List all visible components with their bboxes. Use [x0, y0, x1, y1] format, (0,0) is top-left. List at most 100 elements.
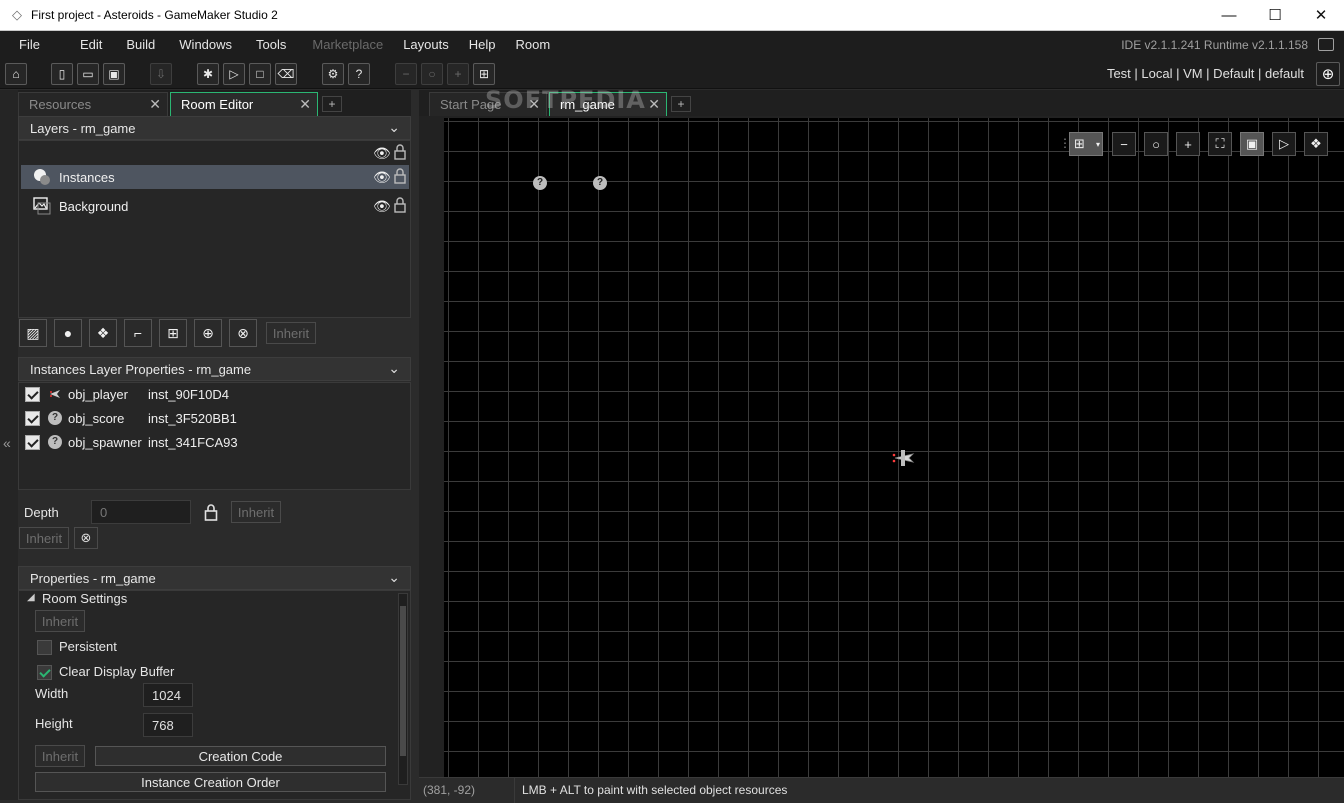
close-tab-icon[interactable]: ✕ [149, 96, 161, 113]
add-path-layer-icon[interactable]: ⌐ [124, 319, 152, 347]
add-folder-icon[interactable]: ⊕ [194, 319, 222, 347]
room-settings-label[interactable]: Room Settings [42, 591, 127, 606]
layer-row-instances[interactable]: Instances 👁 [21, 165, 409, 189]
menu-room[interactable]: Room [507, 31, 560, 59]
chevron-down-icon[interactable]: ⌄ [388, 360, 400, 377]
persistent-label: Persistent [59, 639, 117, 654]
lock-icon[interactable] [394, 144, 406, 160]
height-input[interactable]: 768 [143, 713, 193, 737]
gear-icon[interactable]: ⚙ [322, 63, 344, 85]
eye-icon[interactable]: 👁 [373, 169, 391, 185]
add-asset-layer-icon[interactable]: ⊞ [159, 319, 187, 347]
version-info: IDE v2.1.1.241 Runtime v2.1.1.158 [1121, 38, 1308, 52]
menu-tools[interactable]: Tools [247, 31, 295, 59]
gamepad-icon[interactable]: ⊞ [473, 63, 495, 85]
obj-player-instance[interactable] [891, 445, 917, 471]
menu-edit[interactable]: Edit [71, 31, 111, 59]
frame-icon[interactable]: ▣ [1240, 132, 1264, 156]
menu-marketplace[interactable]: Marketplace [303, 31, 392, 59]
add-background-layer-icon[interactable]: ▨ [19, 319, 47, 347]
tab-room-editor[interactable]: Room Editor ✕ [170, 92, 318, 116]
open-folder-icon[interactable]: ▭ [77, 63, 99, 85]
close-tab-icon[interactable]: ✕ [299, 96, 311, 113]
instance-checkbox[interactable] [25, 410, 40, 426]
add-room-tab-button[interactable]: + [671, 96, 691, 112]
double-chevron-left-icon[interactable]: « [3, 435, 11, 451]
creation-code-button[interactable]: Creation Code [95, 746, 386, 766]
clean-icon[interactable]: ⌫ [275, 63, 297, 85]
export-icon[interactable]: ⇩ [150, 63, 172, 85]
zoom-out-icon[interactable]: − [1112, 132, 1136, 156]
layer-row-background[interactable]: Background 👁 [21, 194, 409, 218]
menu-bar: File Edit Build Windows Tools Marketplac… [0, 31, 1344, 59]
zoom-reset-icon[interactable]: ○ [421, 63, 443, 85]
layers-stack-icon[interactable]: ❖ [1304, 132, 1328, 156]
dropdown-arrow-icon[interactable]: ▾ [1096, 140, 1100, 149]
zoom-in-icon[interactable]: + [447, 63, 469, 85]
add-instance-layer-icon[interactable]: ● [54, 319, 82, 347]
instance-row[interactable]: ? obj_score inst_3F520BB1 [25, 407, 237, 429]
eye-icon[interactable]: 👁 [373, 198, 391, 214]
instance-creation-order-button[interactable]: Instance Creation Order [35, 772, 386, 792]
obj-score-instance[interactable]: ? [533, 176, 547, 190]
new-file-icon[interactable]: ▯ [51, 63, 73, 85]
panel-splitter[interactable] [411, 90, 419, 803]
instances-inherit-button[interactable]: Inherit [19, 527, 69, 549]
depth-lock-icon[interactable] [204, 503, 218, 521]
layers-header[interactable]: Layers - rm_game ⌄ [18, 116, 411, 140]
save-icon[interactable]: ▣ [103, 63, 125, 85]
chevron-down-icon[interactable]: ⌄ [388, 119, 400, 136]
grid-toggle-button[interactable]: ⊞ ▾ [1069, 132, 1103, 156]
delete-layer-icon[interactable]: ⊗ [229, 319, 257, 347]
width-input[interactable]: 1024 [143, 683, 193, 707]
run-icon[interactable]: ▷ [223, 63, 245, 85]
instance-checkbox[interactable] [25, 434, 40, 450]
zoom-in-icon[interactable]: + [1176, 132, 1200, 156]
menu-windows[interactable]: Windows [170, 31, 241, 59]
eye-icon[interactable]: 👁 [373, 145, 391, 161]
collapse-panel-strip[interactable]: « [0, 90, 18, 800]
clear-display-buffer-checkbox[interactable] [37, 665, 52, 680]
menu-build[interactable]: Build [117, 31, 164, 59]
depth-input[interactable]: 0 [91, 500, 191, 524]
depth-inherit-button[interactable]: Inherit [231, 501, 281, 523]
menu-layouts[interactable]: Layouts [394, 31, 458, 59]
stop-icon[interactable]: □ [249, 63, 271, 85]
tab-resources[interactable]: Resources ✕ [18, 92, 168, 116]
zoom-out-icon[interactable]: − [395, 63, 417, 85]
instance-checkbox[interactable] [25, 386, 40, 402]
code-inherit-button[interactable]: Inherit [35, 745, 85, 767]
add-tile-layer-icon[interactable]: ❖ [89, 319, 117, 347]
lock-icon[interactable] [394, 168, 406, 184]
lock-icon[interactable] [394, 197, 406, 213]
instances-layer-header[interactable]: Instances Layer Properties - rm_game ⌄ [18, 357, 411, 381]
triangle-expand-icon[interactable]: ◢ [27, 592, 35, 603]
fullscreen-icon[interactable]: ⛶ [1208, 132, 1232, 156]
target-crosshair-icon[interactable]: ⊕ [1316, 62, 1340, 86]
layer-inherit-button[interactable]: Inherit [266, 322, 316, 344]
persistent-checkbox[interactable] [37, 640, 52, 655]
close-tab-icon[interactable]: ✕ [648, 96, 660, 113]
instance-row[interactable]: ? obj_spawner inst_341FCA93 [25, 431, 238, 453]
zoom-reset-icon[interactable]: ○ [1144, 132, 1168, 156]
room-inherit-button[interactable]: Inherit [35, 610, 85, 632]
delete-instance-icon[interactable]: ⊗ [74, 527, 98, 549]
add-tab-button[interactable]: + [322, 96, 342, 112]
help-icon[interactable]: ? [348, 63, 370, 85]
debug-icon[interactable]: ✱ [197, 63, 219, 85]
chevron-down-icon[interactable]: ⌄ [388, 569, 400, 586]
play-room-icon[interactable]: ▷ [1272, 132, 1296, 156]
chat-icon[interactable] [1318, 38, 1334, 51]
properties-scrollbar[interactable] [398, 593, 408, 785]
minimize-button[interactable]: — [1206, 0, 1252, 30]
maximize-button[interactable]: ☐ [1252, 0, 1298, 30]
target-selector[interactable]: Test | Local | VM | Default | default [1107, 59, 1304, 89]
home-icon[interactable]: ⌂ [5, 63, 27, 85]
scrollbar-thumb[interactable] [400, 606, 406, 756]
menu-help[interactable]: Help [460, 31, 505, 59]
obj-spawner-instance[interactable]: ? [593, 176, 607, 190]
menu-file[interactable]: File [10, 31, 49, 59]
properties-header[interactable]: Properties - rm_game ⌄ [18, 566, 411, 590]
close-window-button[interactable]: ✕ [1298, 0, 1344, 30]
instance-row[interactable]: obj_player inst_90F10D4 [25, 383, 229, 405]
